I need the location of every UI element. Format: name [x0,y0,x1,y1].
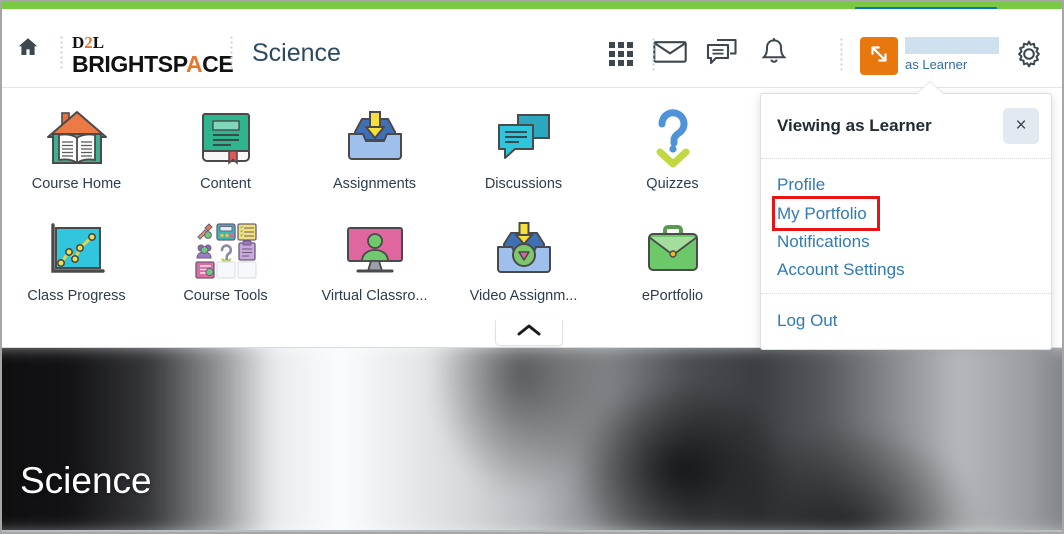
tile-quizzes[interactable]: Quizzes [598,100,747,212]
course-selector-grid-icon-button[interactable] [598,37,644,71]
course-tools-grid-icon [193,218,259,284]
eportfolio-briefcase-icon [642,218,704,284]
header-divider-2 [230,35,233,69]
tile-discussions[interactable]: Discussions [449,100,598,212]
course-banner-title: Science [20,460,152,501]
tile-label: Class Progress [27,288,126,304]
course-selector-grid-icon [609,42,633,66]
subscription-chat-icon [706,38,738,71]
dropdown-links: Profile My Portfolio Notifications Accou… [761,159,1051,293]
virtual-classroom-monitor-icon [342,218,408,284]
header-divider-3 [652,37,655,71]
tile-course-tools[interactable]: Course Tools [151,212,300,324]
subscriptions-button[interactable] [696,37,748,71]
tile-virtual-classroom[interactable]: Virtual Classro... [300,212,449,324]
class-progress-chart-icon [47,218,107,284]
brand-d: D [72,33,85,52]
user-role-label: as Learner [905,57,968,72]
dropdown-caret [917,82,943,94]
chevron-up-icon [517,323,541,342]
tile-video-assignments[interactable]: Video Assignm... [449,212,598,324]
tile-label: ePortfolio [641,288,704,304]
tile-content[interactable]: Content [151,100,300,212]
course-home-icon [44,106,110,172]
global-header: D2L BRIGHTSPACE Science as Learner [2,9,1062,87]
settings-button[interactable] [1010,37,1048,75]
course-banner-image [2,348,1062,532]
notifications-bell-icon [760,37,788,72]
header-nav-icons [598,37,800,71]
course-tool-tiles: Course Home Content Assignments Discussi… [2,100,762,324]
tile-assignments[interactable]: Assignments [300,100,449,212]
tile-course-home[interactable]: Course Home [2,100,151,212]
assignments-inbox-icon [342,106,408,172]
close-icon[interactable]: × [1003,108,1039,144]
message-envelope-icon [653,39,687,69]
tile-label: Virtual Classro... [321,288,428,304]
content-book-icon [195,106,257,172]
window-bottom-edge [2,530,1062,532]
tile-class-progress[interactable]: Class Progress [2,212,151,324]
tile-label: Assignments [332,176,416,192]
dropdown-link-log-out[interactable]: Log Out [777,307,838,335]
tile-label: Video Assignm... [469,288,578,304]
brightspace-logo: D2L BRIGHTSPACE [72,33,234,77]
dropdown-header: Viewing as Learner × [761,94,1051,159]
tile-label: Course Tools [183,288,268,304]
role-switch-arrows-icon [867,42,891,71]
notifications-button[interactable] [748,37,800,71]
course-title: Science [252,39,341,67]
dropdown-title: Viewing as Learner [777,116,932,135]
discussions-bubbles-icon [493,106,555,172]
brand-l: L [92,33,105,52]
tile-row-1: Course Home Content Assignments Discussi… [2,100,762,212]
video-assignments-icon [491,218,557,284]
dropdown-link-account-settings[interactable]: Account Settings [777,256,905,284]
user-name-redacted [905,37,999,54]
brand-2: 2 [84,33,93,52]
tile-label: Discussions [484,176,563,192]
quizzes-question-check-icon [646,106,700,172]
home-icon [16,35,40,64]
brightspace-course-page: D2L BRIGHTSPACE Science as Learner Cours… [0,0,1064,534]
dropdown-footer: Log Out [761,293,1051,349]
role-switch-button[interactable] [860,37,898,75]
user-menu[interactable]: as Learner [905,37,999,72]
tile-label: Content [200,176,251,192]
header-divider-1 [60,35,63,69]
brand-brightspace: BRIGHTSPACE [72,51,234,77]
course-banner: Science [2,347,1062,532]
dropdown-link-profile[interactable]: Profile [777,171,825,199]
tile-label: Quizzes [646,176,699,192]
viewing-as-learner-dropdown: Viewing as Learner × Profile My Portfoli… [760,93,1052,350]
dropdown-link-notifications[interactable]: Notifications [777,228,870,256]
dropdown-link-my-portfolio[interactable]: My Portfolio [772,195,880,231]
home-button[interactable] [10,31,46,67]
tile-row-2: Class Progress Course Tools Virtual Clas… [2,212,762,324]
tile-label: Course Home [31,176,122,192]
header-divider-4 [840,37,843,71]
gear-icon [1015,40,1043,73]
collapse-nav-button[interactable] [495,320,563,346]
tile-eportfolio[interactable]: ePortfolio [598,212,747,324]
